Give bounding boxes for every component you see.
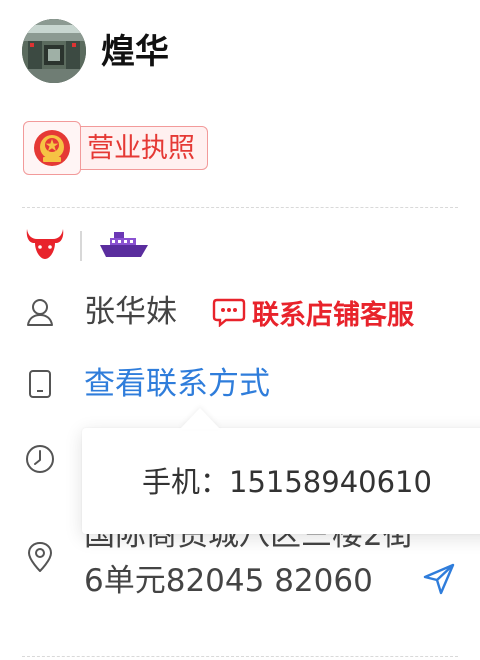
shop-badges bbox=[24, 226, 150, 266]
view-contact-link[interactable]: 查看联系方式 bbox=[84, 364, 270, 404]
clock-icon bbox=[26, 445, 54, 473]
bottom-divider bbox=[22, 656, 458, 657]
shop-avatar[interactable] bbox=[22, 19, 86, 83]
ship-icon bbox=[98, 226, 150, 266]
section-divider bbox=[22, 207, 458, 208]
chat-bubble-icon bbox=[212, 298, 246, 327]
service-label: 联系店铺客服 bbox=[252, 299, 414, 331]
contact-person-name: 张华妹 bbox=[84, 294, 177, 330]
address-line-2: 6单元82045 82060 bbox=[84, 563, 373, 599]
phone-icon bbox=[29, 370, 51, 398]
navigation-arrow-icon[interactable] bbox=[422, 562, 456, 596]
bull-icon bbox=[24, 227, 66, 265]
phone-number-text[interactable]: 手机：15158940610 bbox=[142, 462, 432, 502]
person-icon bbox=[27, 299, 53, 326]
license-label: 营业执照 bbox=[77, 126, 208, 170]
national-emblem-icon bbox=[23, 121, 81, 175]
location-pin-icon bbox=[28, 542, 52, 572]
popup-arrow bbox=[180, 408, 220, 429]
phone-popup: 手机：15158940610 bbox=[82, 428, 480, 534]
shop-photo-image bbox=[22, 19, 86, 83]
contact-shop-service-button[interactable]: 联系店铺客服 bbox=[212, 294, 414, 331]
badge-separator bbox=[80, 231, 82, 261]
business-license-badge[interactable]: 营业执照 bbox=[23, 121, 208, 175]
shop-name: 煌华 bbox=[101, 32, 169, 72]
